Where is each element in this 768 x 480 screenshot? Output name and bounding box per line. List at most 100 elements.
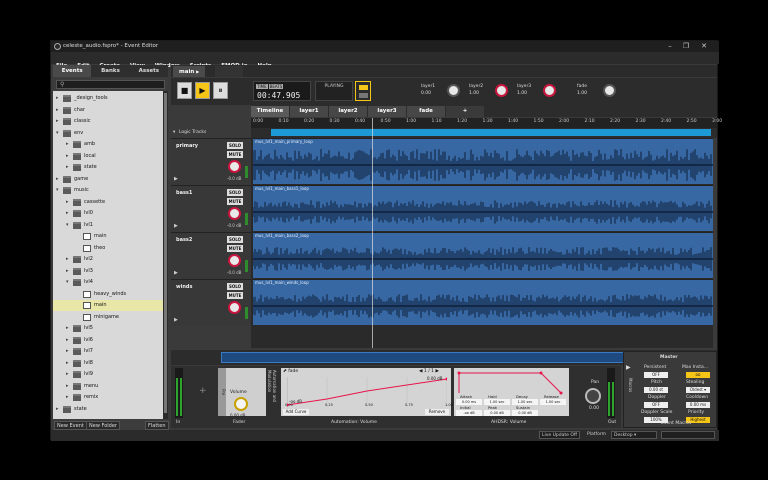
automation-param[interactable]: fade — [288, 369, 298, 374]
collapse-arrow-icon[interactable]: ▾ — [56, 185, 61, 196]
tree-folder[interactable]: ▸ char — [53, 105, 163, 116]
param-layer2[interactable]: layer2 1.00 — [469, 82, 511, 102]
loop-region[interactable] — [271, 129, 711, 136]
param-fade[interactable]: fade 1.00 — [577, 82, 619, 102]
new-folder-button[interactable]: New Folder — [86, 421, 120, 430]
track-volume-knob[interactable] — [228, 207, 241, 220]
tree-folder[interactable]: ▸ remix — [53, 392, 163, 403]
expand-arrow-icon[interactable]: ▸ — [56, 93, 61, 104]
tree-folder[interactable]: ▸ state — [53, 162, 163, 173]
collapse-arrow-icon[interactable]: ▾ — [66, 277, 71, 288]
tab-new[interactable] — [215, 66, 243, 77]
tree-folder[interactable]: ▸ lvl3 — [53, 266, 163, 277]
tree-folder[interactable]: ▸ amb — [53, 139, 163, 150]
param-layer3[interactable]: layer3 1.00 — [517, 82, 559, 102]
audio-clip[interactable]: mus_lvl1_main_primary_loop — [253, 138, 713, 184]
playhead-cursor[interactable] — [372, 118, 373, 348]
pitch-field[interactable]: 0.00 st — [644, 387, 668, 393]
tree-folder[interactable]: ▸ state — [53, 404, 163, 415]
track-volume-knob[interactable] — [228, 301, 241, 314]
timeline-ruler[interactable]: 0:00 0:10 0:20 0:30 0:40 0:50 1:00 1:10 1:20 1:30… — [251, 118, 722, 128]
expand-arrow-icon[interactable]: ▸ — [66, 381, 71, 392]
add-curve-button[interactable]: Add Curve — [283, 409, 309, 415]
beats-mode-button[interactable]: BEATS — [268, 84, 284, 89]
add-parameter-tab[interactable]: + — [446, 106, 484, 117]
layer3-knob[interactable] — [543, 84, 556, 97]
tree-folder[interactable]: ▸ lvl6 — [53, 335, 163, 346]
layer2-knob[interactable] — [495, 84, 508, 97]
tree-folder[interactable]: ▸ cassette — [53, 197, 163, 208]
platform-select[interactable]: Desktop ▾ — [611, 431, 657, 439]
layer1-knob[interactable] — [447, 84, 460, 97]
expand-arrow-icon[interactable]: ▸ — [66, 266, 71, 277]
remove-curve-button[interactable]: Remove — [425, 409, 449, 415]
layout-toggle-button[interactable] — [355, 81, 371, 101]
expand-arrow-icon[interactable]: ▸ — [66, 323, 71, 334]
ahdsr-value-field[interactable]: -oo dB — [456, 410, 482, 416]
pause-button[interactable]: ⏸ — [213, 82, 228, 99]
new-event-button[interactable]: New Event — [54, 421, 87, 430]
tab-fade[interactable]: fade — [407, 106, 445, 117]
stop-button[interactable]: ■ — [177, 82, 192, 99]
collapse-arrow-icon[interactable]: ▾ — [56, 128, 61, 139]
flatten-button[interactable]: Flatten — [145, 421, 169, 430]
tab-events[interactable]: Events — [53, 65, 92, 77]
stealing-select[interactable]: Oldest ▾ — [686, 387, 710, 393]
track-name[interactable]: bass2 — [176, 237, 192, 243]
automation-pager[interactable]: ◀ 1 / 1 ▶ — [419, 369, 439, 374]
solo-button[interactable]: SOLO — [227, 236, 243, 243]
tree-folder[interactable]: ▾ env — [53, 128, 163, 139]
track-name[interactable]: winds — [176, 284, 192, 290]
tab-timeline[interactable]: Timeline — [251, 106, 289, 117]
play-button[interactable]: ▶ — [195, 82, 210, 99]
tree-event[interactable]: main — [53, 300, 163, 311]
tree-folder[interactable]: ▸ lvl2 — [53, 254, 163, 265]
expand-icon[interactable]: ▶ — [174, 270, 178, 276]
expand-arrow-icon[interactable]: ▸ — [56, 105, 61, 116]
expand-arrow-icon[interactable]: ▸ — [66, 197, 71, 208]
track-volume-knob[interactable] — [228, 254, 241, 267]
track-header[interactable]: winds SOLO MUTE ▶ — [171, 279, 251, 326]
pan-knob[interactable] — [585, 388, 601, 404]
solo-button[interactable]: SOLO — [227, 189, 243, 196]
solo-button[interactable]: SOLO — [227, 142, 243, 149]
add-effect-icon[interactable]: + — [199, 386, 207, 396]
expand-icon[interactable]: ▶ — [626, 364, 631, 371]
ahdsr-value-field[interactable]: 0.00 dB — [512, 410, 538, 416]
track-header[interactable]: bass1 SOLO MUTE -0.0 dB ▶ — [171, 185, 251, 232]
mute-button[interactable]: MUTE — [227, 151, 243, 158]
expand-arrow-icon[interactable]: ▸ — [66, 358, 71, 369]
expand-icon[interactable]: ▶ — [174, 176, 178, 182]
track-header[interactable]: primary SOLO MUTE -0.0 dB ▶ — [171, 138, 251, 185]
maximize-button[interactable]: ❐ — [679, 41, 693, 52]
browser-search-input[interactable]: ⚲ — [56, 80, 165, 89]
tree-folder[interactable]: ▸ lvl7 — [53, 346, 163, 357]
live-update-button[interactable]: Live Update Off — [539, 431, 580, 439]
tab-layer3[interactable]: layer3 — [368, 106, 406, 117]
tree-event[interactable]: heavy_winds — [53, 289, 163, 300]
max-instances-field[interactable]: oo — [686, 372, 710, 378]
expand-arrow-icon[interactable]: ▸ — [66, 162, 71, 173]
ahdsr-value-field[interactable]: 1.00 sec — [540, 399, 566, 405]
tree-folder[interactable]: ▸ local — [53, 151, 163, 162]
minimize-button[interactable]: – — [663, 41, 677, 52]
tree-folder[interactable]: ▸ lvl8 — [53, 358, 163, 369]
track-header[interactable]: bass2 SOLO MUTE -0.0 dB ▶ — [171, 232, 251, 279]
expand-arrow-icon[interactable]: ▸ — [66, 254, 71, 265]
expand-arrow-icon[interactable]: ▸ — [66, 151, 71, 162]
footer-search-input[interactable] — [661, 431, 715, 439]
expand-arrow-icon[interactable]: ▸ — [66, 335, 71, 346]
track-volume-knob[interactable] — [228, 160, 241, 173]
mute-button[interactable]: MUTE — [227, 245, 243, 252]
time-mode-button[interactable]: TIME — [256, 84, 268, 89]
expand-arrow-icon[interactable]: ▸ — [66, 346, 71, 357]
tree-folder[interactable]: ▸ lvl9 — [53, 369, 163, 380]
collapse-arrow-icon[interactable]: ▾ — [66, 220, 71, 231]
ahdsr-envelope[interactable] — [457, 371, 567, 395]
persistent-toggle[interactable]: OFF — [644, 372, 668, 378]
close-button[interactable]: ✕ — [697, 41, 711, 52]
track-name[interactable]: primary — [176, 143, 198, 149]
tree-folder[interactable]: ▸ _design_tools — [53, 93, 163, 104]
tree-event[interactable]: theo — [53, 243, 163, 254]
tree-event[interactable]: main — [53, 231, 163, 242]
